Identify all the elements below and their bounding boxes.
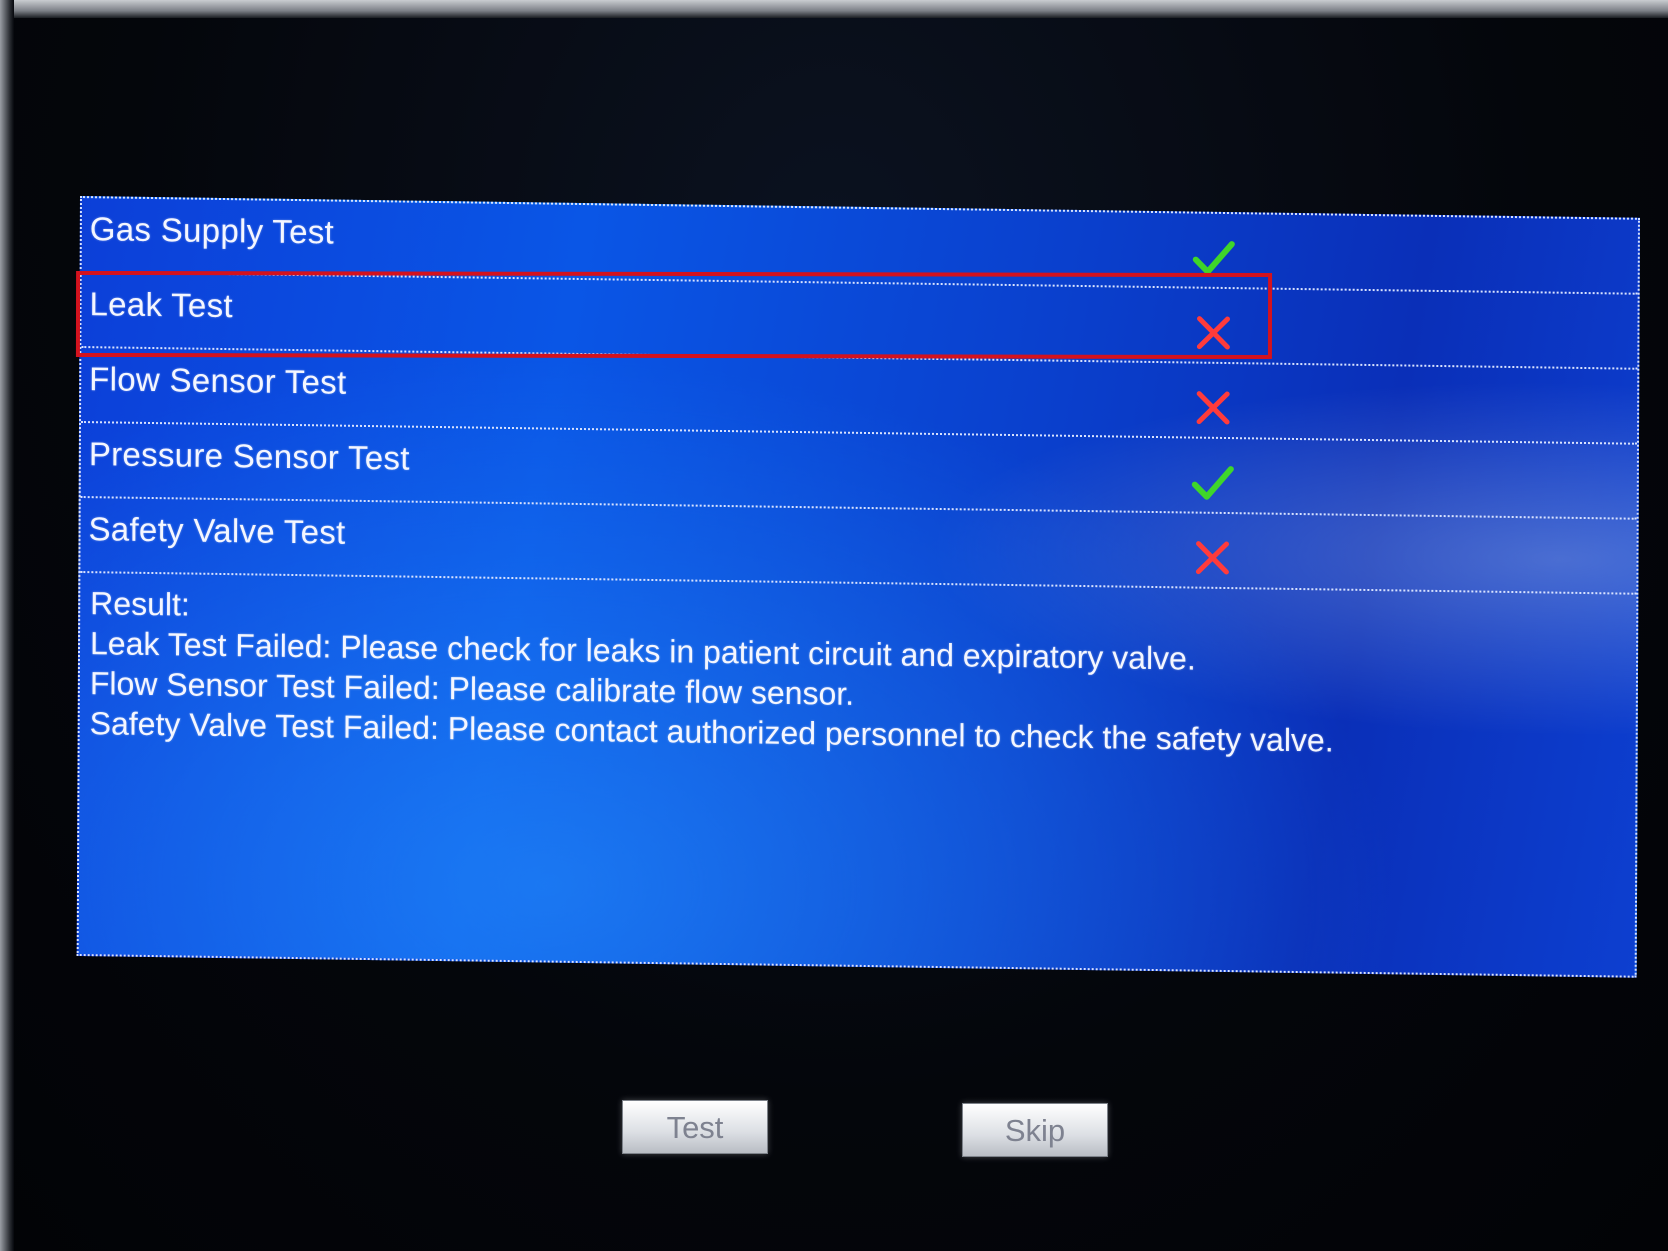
result-section: Result: Leak Test Failed: Please check f… [80, 573, 1637, 765]
test-button[interactable]: Test [622, 1100, 768, 1154]
monitor-bezel-top [0, 0, 1668, 18]
test-label: Pressure Sensor Test [88, 435, 410, 477]
cross-icon [1196, 391, 1230, 425]
device-screen: Gas Supply Test Leak Test Flow Sensor Te… [0, 0, 1668, 1251]
test-label: Safety Valve Test [88, 510, 346, 551]
monitor-bezel-left [0, 0, 14, 1251]
cross-icon [1195, 541, 1230, 575]
check-icon [1191, 466, 1234, 500]
skip-button[interactable]: Skip [962, 1103, 1108, 1157]
test-label: Flow Sensor Test [89, 360, 347, 401]
test-label: Gas Supply Test [89, 210, 335, 251]
leak-test-highlight-box [75, 270, 1273, 360]
